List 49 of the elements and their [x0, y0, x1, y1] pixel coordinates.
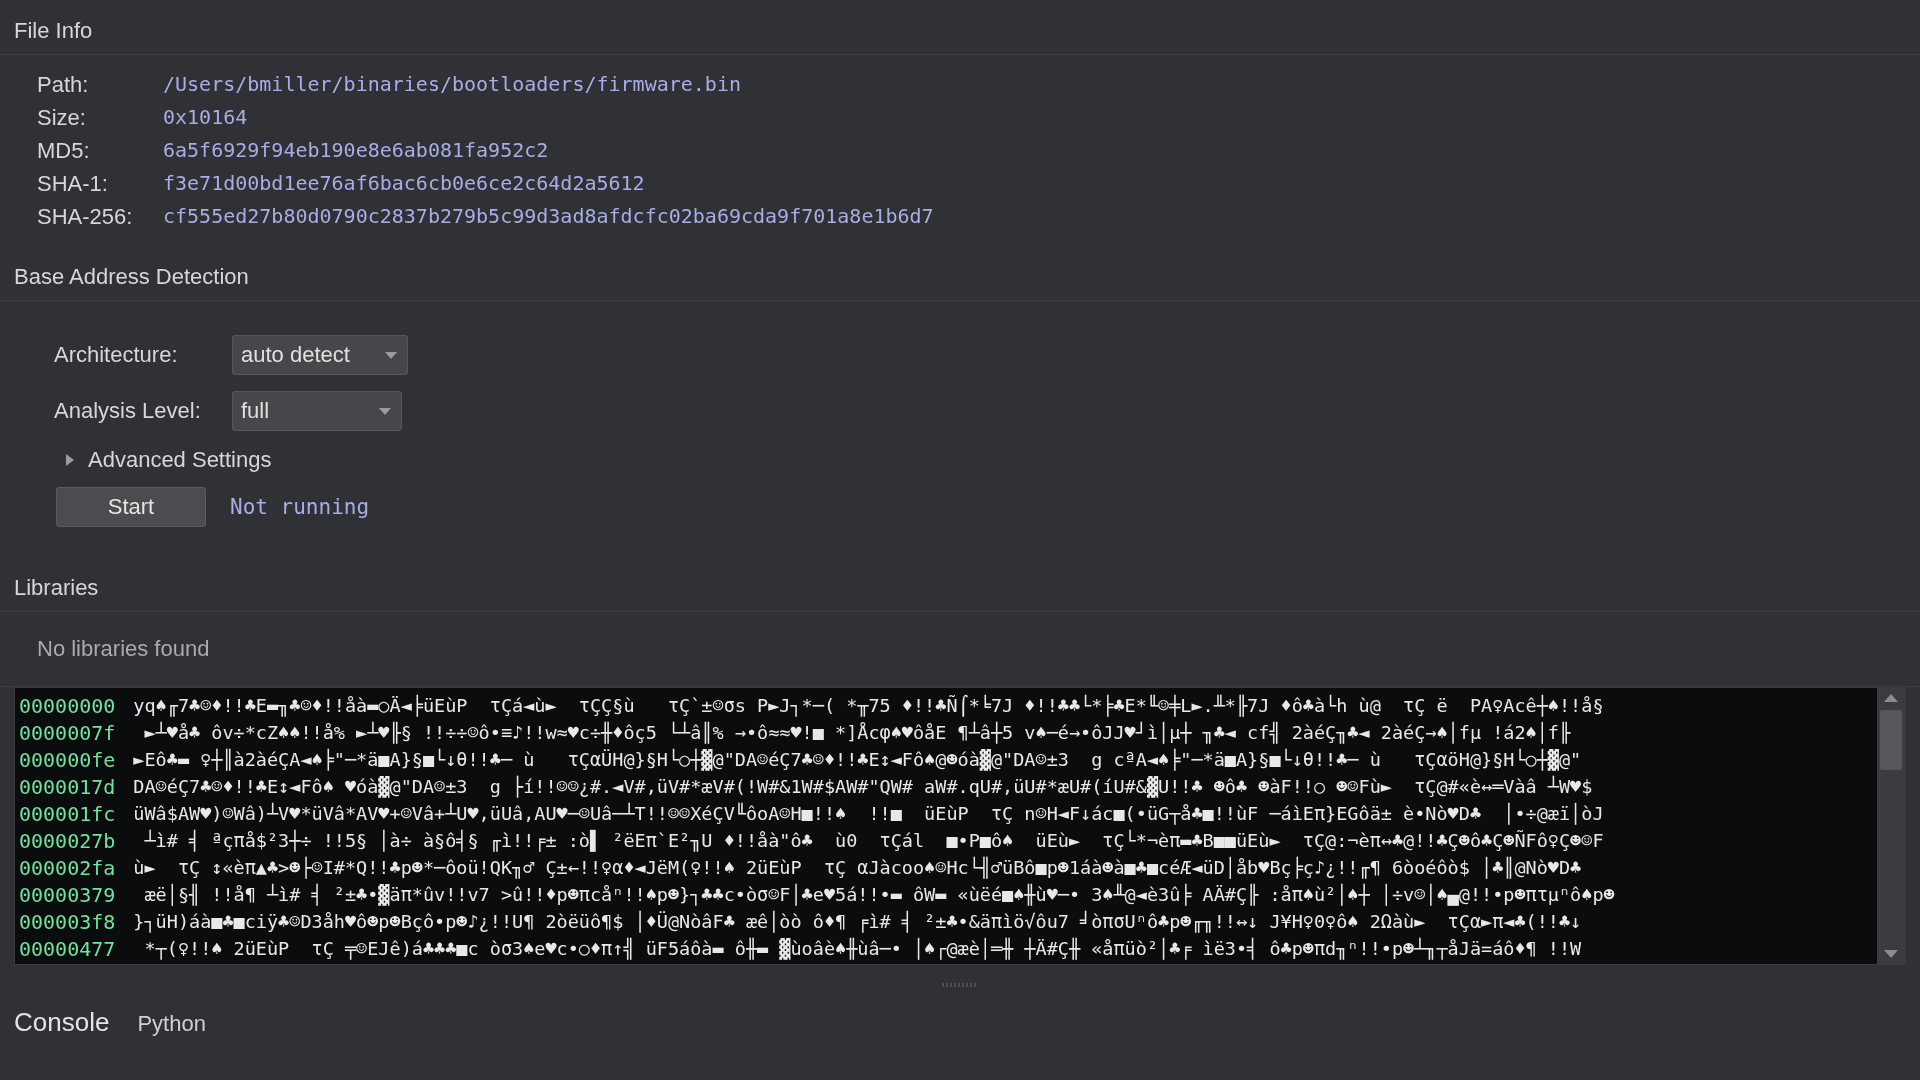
field-label: Path:: [37, 71, 90, 98]
offset-text: 00000000: [19, 693, 116, 718]
offset-text: 000000fe: [19, 747, 116, 772]
scrollbar-thumb[interactable]: [1880, 710, 1902, 770]
section-header: Libraries: [0, 557, 1920, 612]
dump-text: yq♠╓7♣☺♦!!♣E▬╖♣☺♦!!åà▬○Ä◄╞üEùP τÇá◄ù► τÇÇ§ù τÇ`±☺σs P►J┐*─( *╥75 ♦!!♣Ñ⌠*╘7J ♦!!♣♣└*╞♣E*╙☺╪L►.╨*╟7J ♦ô♣à└h ù@ τÇ ë PA♀Acê┼♠!!å§: [133, 695, 1604, 716]
offset-text: 0000027b: [19, 828, 116, 853]
start-button[interactable]: Start: [56, 487, 206, 527]
section-header: Base Address Detection: [0, 246, 1920, 301]
field-label: Size:: [37, 104, 87, 131]
field-value: 6a5f6929f94eb190e8e6ab081fa952c2: [163, 137, 550, 164]
offset-text: 000003f8: [19, 909, 116, 934]
dump-text: ┴ì# ╡ ªçπå$²3┼÷ !!5§ │à÷ à§ô╡§ ╓ì!!╒± :ò▌ ²ëEπ`E²╖U ♦!!åà"ô♣ ù0 τÇál ■•P■ô♠ üEù► τÇ└*¬èπ▬♣B■■üEù► τÇ@:¬èπ↔♣@!!♣Ç☻ô♣Ç☻ÑFô♀Ç☻☺F: [143, 830, 1604, 851]
field-value: 0x10164: [163, 104, 249, 131]
field-value: /Users/bmiller/binaries/bootloaders/firmware.bin: [163, 71, 742, 98]
offset-text: 00000379: [19, 882, 116, 907]
offset-text: 00000477: [19, 936, 116, 961]
scroll-up-icon[interactable]: [1884, 694, 1898, 702]
advanced-settings-toggle[interactable]: Advanced Settings: [0, 441, 272, 473]
disclosure-triangle-icon: [66, 454, 74, 466]
field-value: cf555ed27b80d0790c2837b279b5c99d3ad8afdcfc02ba69cda9f701a8e1b6d7: [163, 203, 934, 230]
dump-text: DA☺éÇ7♣☺♦!!♣E↕◄Fô♠ ♥óà▓@"DA☺±3 g ├í!!☺☺¿#.◄V#,üV#*æV#(!W#&1W#$AW#"QW# aW#.qU#,üU#*æU#(íU#&▓U!!♣ ☻ô♣ ☻àF!!○ ☻☺Fù► τÇ@#«è↔═Vàâ ┴W♥$: [133, 776, 1593, 797]
scroll-down-icon[interactable]: [1884, 950, 1898, 958]
offset-text: 000002fa: [19, 855, 116, 880]
field-label: SHA-1:: [37, 170, 109, 197]
dump-text: ►Eô♣▬ ♀┼║à2àéÇA◄♠╞"─*ä■A}§■└↓θ!!♣─ ù τÇαÜH@}§H└○┼▓@"DA☺éÇ7♣☺♦!!♣E↕◄Fô♠@☻óà▓@"DA☺±3 g cªA◄♠╞"─*ä■A}§■└↓θ!!♣─ ù τÇαöH@}§H└○┼▓@": [133, 749, 1582, 770]
section-header: File Info: [0, 0, 1920, 55]
dump-text: æë│§╢ !!å¶ ┴ì# ╡ ²±♣•▓äπ*ûv!!v7 >û!!♦p☻πcåⁿ!!♠p☻}┐♣♣c•òσ☺F│♣e♥5á!!•▬ ôW▬ «ùëé■♠╫ù♥─• 3♠╨@◄è3û╞ AÄ#Ç╟ :åπ♠ù²│♠┼ │÷v☺│♠▄@!!•p☻πτµⁿô♠p☻: [143, 884, 1615, 905]
scrollbar[interactable]: [1877, 688, 1905, 964]
field-label: MD5:: [37, 137, 91, 164]
dropdown-label: Architecture:: [54, 342, 179, 368]
dump-text: ù► τÇ ↕«èπ▲♣>☻├☺I#*Q!!♣p☻*─ôoü!QK╖♂ Ç±←!!♀α♦◄JëM(♀!!♠ 2üEùP τÇ αJàcoo♠☺Hc└╢♂üBô■p☻1áà☻à■♣■céÆ◄üD│åb♥Bç╞ç♪¿!!╓¶ 6òoéôò$ │♣║@Nò♥D♣: [133, 857, 1582, 878]
dump-text: ►┴♥å♣ ôv÷*cZ♠♠!!å% ►┴♥╟§ !!÷÷☺ô•≡♪!!w≈♥c÷╫♦ôç5 └┴â║% →•ô≈≈♥!■ *]Åcφ♠♥ôåE ¶┴â┼5 v♠─é→•ôJJ♥┘ì│µ┼ ╖♣◄ cf╣ 2àéÇ╖♣◄ 2àéÇ→♠│fµ !á2♠│f╟: [143, 722, 1571, 743]
field-label: SHA-256:: [37, 203, 134, 230]
dump-text: *┬(♀!!♠ 2üEùP τÇ ╤☺EJê)á♣♣♣■c òσ3♠e♥c•○♦π↑╣ üF5áôà▬ ô╫▬ ▓ùoâè♠╫ùâ─• │♠┌@æè│═╫ ┼Ä#Ç╫ «åπüò²│♣╒ ìë3•╡ ô♣p☻πd╖ⁿ!!•p☻┴╖┬åJä=áô♦¶ !!W: [143, 938, 1582, 959]
field-value: f3e71d00bd1ee76af6bac6cb0e6ce2c64d2a5612: [163, 170, 646, 197]
panel-tab[interactable]: Console: [14, 1007, 110, 1038]
dropdown[interactable]: auto detect: [232, 335, 408, 375]
dump-text: üWâ$AW♥)☺Wâ)┴V♥*üVâ*AV♥+☺Vâ+┴U♥,üUâ,AU♥─☺Uâ─┴T!!☺☺XéÇV╙ôoA☺H■!!♠ !!■ üEùP τÇ n☺H◄F↓ác■(•üG┬å♣■!!ùF ─áìEπ}EGôä± è•Nò♥D♣ │•÷@æï│òJ: [133, 803, 1604, 824]
status-text: Not running: [230, 495, 370, 519]
offset-text: 000001fc: [19, 801, 116, 826]
offset-text: 0000017d: [19, 774, 116, 799]
offset-text: 0000007f: [19, 720, 116, 745]
caret-icon: [379, 407, 391, 415]
caret-icon: [385, 351, 397, 359]
dropdown-label: Analysis Level:: [54, 398, 202, 424]
dropdown[interactable]: full: [232, 391, 402, 431]
panel-tab[interactable]: Python: [137, 1011, 206, 1037]
dump-text: }┐üH)áà■♣■ciÿ♣☺D3åh♥ô☻p☻Bçô•p☻♪¿!!U¶ 2òëüô¶$ │♦Ü@NòâF♣ æê│òò ô♦¶ ╒ì# ╡ ²±♣•&äπìö√ôu7 ╛òπσUⁿô♣p☻╓╖!!↔↓ J¥H♀0♀ô♠ 2Ωàù► τÇα►π◄♣(!!♣↓: [133, 911, 1582, 932]
